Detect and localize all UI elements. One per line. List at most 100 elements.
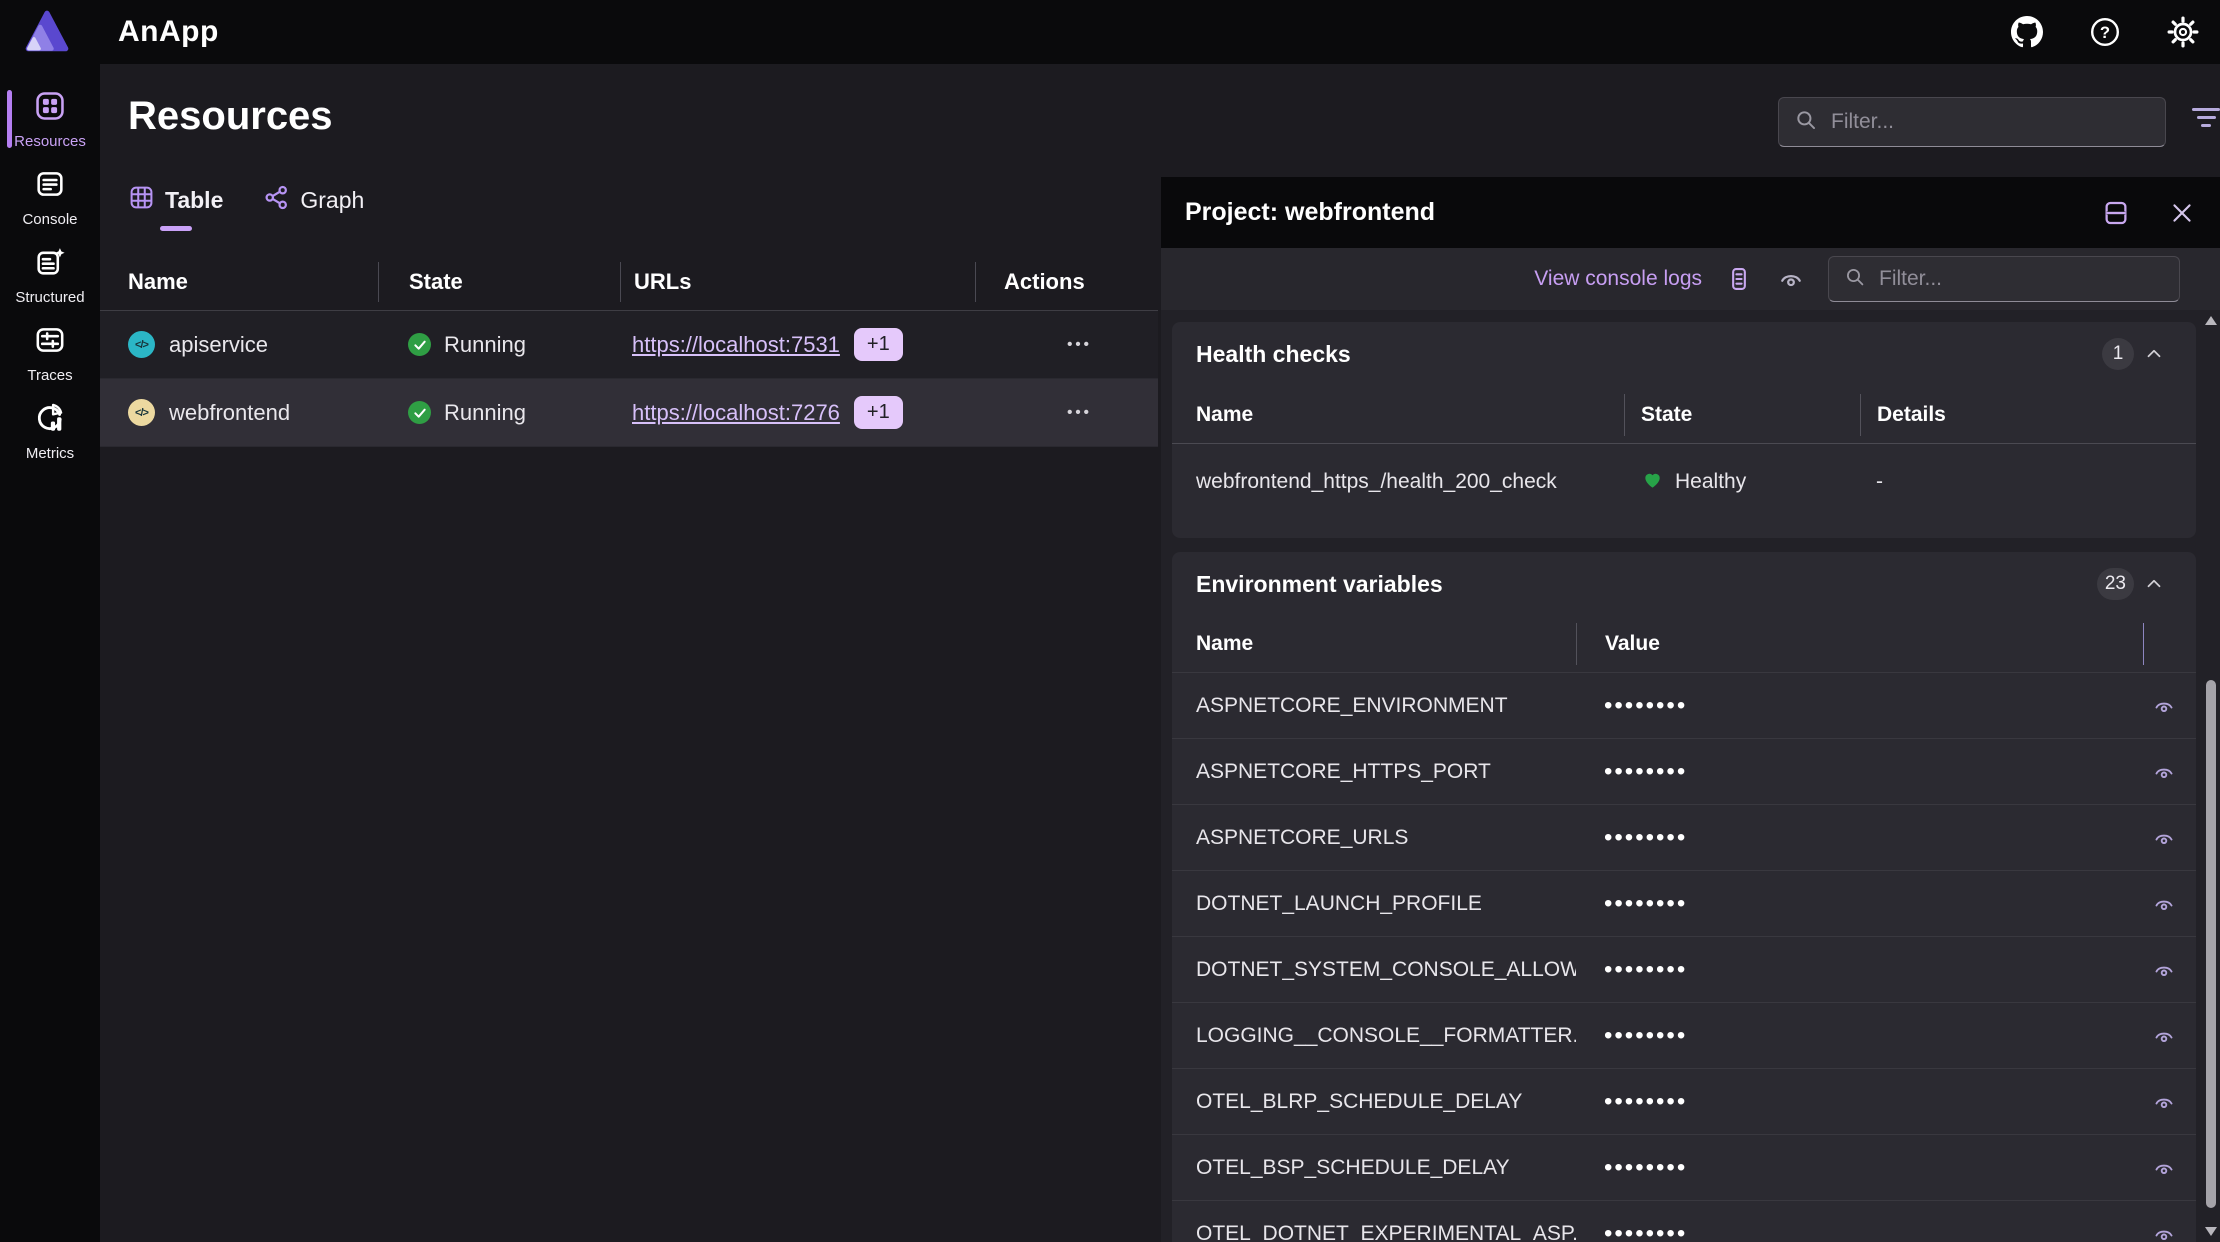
env-var-row: DOTNET_LAUNCH_PROFILE •••••••• [1172,870,2196,936]
details-panel-toolbar: View console logs [1161,248,2220,310]
column-header-state: State [1625,403,1860,427]
health-checks-section: Health checks 1 Name State Details [1172,322,2196,538]
env-var-row: ASPNETCORE_URLS •••••••• [1172,804,2196,870]
resources-table-header: Name State URLs Actions [100,253,1158,311]
reveal-value-eye-icon[interactable] [2132,1222,2196,1242]
running-check-icon [408,401,431,424]
github-icon[interactable] [2010,15,2044,49]
sidebar-item-traces[interactable]: Traces [0,314,100,392]
health-checks-count-badge: 1 [2102,338,2134,370]
sidebar-item-resources[interactable]: Resources [0,80,100,158]
view-console-logs-link[interactable]: View console logs [1534,267,1702,291]
table-grid-icon [128,184,155,217]
app-title: AnApp [118,0,219,64]
resource-state: Running [444,332,526,358]
column-header-details: Details [1861,403,2196,427]
sidebar-item-metrics[interactable]: Metrics [0,392,100,470]
scrollbar-thumb[interactable] [2206,680,2216,1208]
panel-filter-input[interactable] [1867,267,2179,291]
env-var-masked-value: •••••••• [1604,824,1687,852]
close-icon[interactable] [2166,197,2198,229]
env-var-row: LOGGING__CONSOLE__FORMATTER... •••••••• [1172,1002,2196,1068]
reveal-value-eye-icon[interactable] [2132,958,2196,982]
reveal-value-eye-icon[interactable] [2132,1156,2196,1180]
metrics-icon [33,401,67,440]
page-title: Resources [128,94,333,139]
resource-name: webfrontend [169,400,290,426]
panel-scrollbar[interactable] [2202,310,2220,1242]
env-var-masked-value: •••••••• [1604,956,1687,984]
top-bar: AnApp ? [0,0,2220,64]
env-var-row: ASPNETCORE_ENVIRONMENT •••••••• [1172,672,2196,738]
sidebar-item-label: Traces [27,367,72,384]
resources-grid-icon [33,89,67,128]
more-actions-icon[interactable]: ••• [1067,336,1092,353]
env-vars-count-badge: 23 [2097,568,2134,600]
mask-values-eye-icon[interactable] [1776,264,1806,294]
env-var-masked-value: •••••••• [1604,692,1687,720]
resources-filter-input[interactable] [1819,110,2165,134]
column-divider[interactable] [2143,623,2144,665]
env-var-name: OTEL_BLRP_SCHEDULE_DELAY [1172,1090,1576,1114]
split-view-icon[interactable] [2100,197,2132,229]
healthy-heart-icon [1641,468,1664,497]
env-var-row: OTEL_DOTNET_EXPERIMENTAL_ASP... •••••••• [1172,1200,2196,1242]
details-panel-header: Project: webfrontend [1161,177,2220,248]
env-var-name: DOTNET_LAUNCH_PROFILE [1172,892,1576,916]
env-var-masked-value: •••••••• [1604,1022,1687,1050]
tab-label: Table [165,187,223,214]
more-actions-icon[interactable]: ••• [1067,404,1092,421]
settings-icon[interactable] [2166,15,2200,49]
column-header-state: State [379,269,620,295]
running-check-icon [408,333,431,356]
tab-graph[interactable]: Graph [263,184,364,231]
help-icon[interactable]: ? [2088,15,2122,49]
env-vars-header: Name Value [1172,616,2196,672]
sidebar-item-label: Structured [15,289,84,306]
reveal-value-eye-icon[interactable] [2132,892,2196,916]
traces-icon [33,323,67,362]
sidebar-item-label: Metrics [26,445,74,462]
sidebar-item-structured[interactable]: Structured [0,236,100,314]
reveal-value-eye-icon[interactable] [2132,1024,2196,1048]
more-urls-badge[interactable]: +1 [854,328,903,361]
project-code-icon: </> [128,399,155,426]
env-var-masked-value: •••••••• [1604,1220,1687,1242]
env-var-name: ASPNETCORE_HTTPS_PORT [1172,760,1576,784]
sidebar-item-console[interactable]: Console [0,158,100,236]
details-panel-title: Project: webfrontend [1185,198,1435,227]
env-var-name: OTEL_DOTNET_EXPERIMENTAL_ASP... [1172,1222,1576,1242]
health-check-details: - [1860,470,2196,494]
environment-variables-section: Environment variables 23 Name Value [1172,552,2196,1242]
scroll-up-arrow[interactable] [2205,316,2217,325]
reveal-value-eye-icon[interactable] [2132,694,2196,718]
section-title: Environment variables [1196,571,2097,598]
env-var-masked-value: •••••••• [1604,1088,1687,1116]
more-urls-badge[interactable]: +1 [854,396,903,429]
chevron-up-icon[interactable] [2134,568,2174,600]
reveal-value-eye-icon[interactable] [2132,1090,2196,1114]
aspire-dashboard: AnApp ? [0,0,2220,1242]
env-var-name: ASPNETCORE_ENVIRONMENT [1172,694,1576,718]
reveal-value-eye-icon[interactable] [2132,826,2196,850]
env-var-row: DOTNET_SYSTEM_CONSOLE_ALLOW... •••••••• [1172,936,2196,1002]
resource-url-link[interactable]: https://localhost:7531 [632,332,840,358]
resources-filter [1778,97,2166,147]
reveal-value-eye-icon[interactable] [2132,760,2196,784]
sidebar-nav: Resources Console [0,64,100,1242]
scroll-down-arrow[interactable] [2205,1227,2217,1236]
section-title: Health checks [1196,341,2102,368]
health-check-name: webfrontend_https_/health_200_check [1172,470,1624,494]
tab-table[interactable]: Table [128,184,223,231]
panel-filter [1828,256,2180,302]
resource-url-link[interactable]: https://localhost:7276 [632,400,840,426]
log-list-icon[interactable] [1724,264,1754,294]
chevron-up-icon[interactable] [2134,338,2174,370]
search-icon [1793,107,1819,138]
health-checks-header: Name State Details [1172,386,2196,444]
table-row-webfrontend[interactable]: </> webfrontend Running https://localhos… [100,379,1158,447]
console-icon [33,167,67,206]
resource-state: Running [444,400,526,426]
filter-options-icon[interactable] [2186,108,2220,138]
table-row-apiservice[interactable]: </> apiservice Running https://localhost… [100,311,1158,379]
